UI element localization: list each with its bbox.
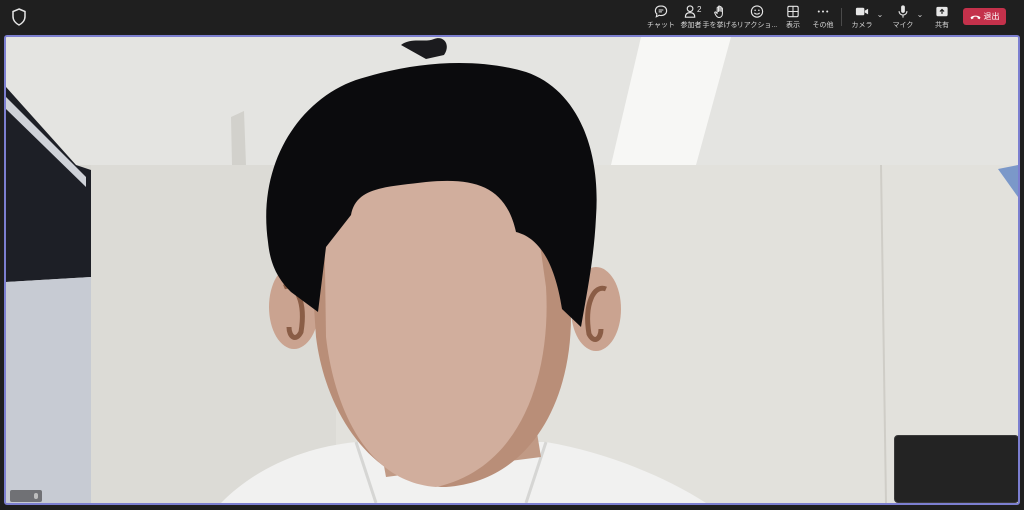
participant-name-tag bbox=[10, 490, 42, 502]
smiley-icon bbox=[750, 5, 764, 18]
mic-status-icon bbox=[34, 493, 38, 499]
grid-icon bbox=[787, 5, 799, 18]
meeting-toolbar: チャット 2 参加者 手を挙げる リアクショ... 表示 その他 カメラ ⌄ マ… bbox=[0, 0, 1024, 33]
shield-icon[interactable] bbox=[11, 8, 27, 26]
share-icon bbox=[936, 6, 948, 17]
share-button[interactable]: 共有 bbox=[920, 4, 964, 30]
leave-label: 退出 bbox=[983, 12, 1000, 21]
camera-label: カメラ bbox=[851, 22, 873, 29]
share-label: 共有 bbox=[935, 22, 949, 29]
raise-hand-label: 手を挙げる bbox=[702, 22, 738, 29]
main-video-tile[interactable] bbox=[4, 35, 1020, 505]
more-label: その他 bbox=[812, 22, 834, 29]
ellipsis-icon bbox=[817, 10, 829, 13]
more-button[interactable]: その他 bbox=[801, 4, 845, 30]
phone-hangup-icon bbox=[970, 15, 980, 19]
leave-button[interactable]: 退出 bbox=[963, 8, 1006, 25]
camera-icon bbox=[855, 7, 869, 16]
chat-icon bbox=[654, 5, 668, 18]
participant-video bbox=[6, 37, 1018, 503]
mic-label: マイク bbox=[892, 22, 914, 29]
mic-icon bbox=[898, 5, 908, 18]
hand-icon bbox=[714, 5, 723, 19]
self-view-tile[interactable] bbox=[894, 435, 1018, 503]
view-label: 表示 bbox=[786, 22, 800, 29]
